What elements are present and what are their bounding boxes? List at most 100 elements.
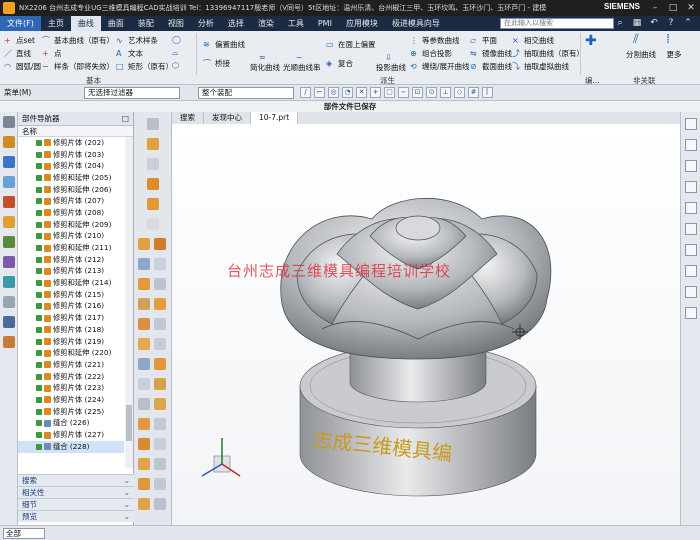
check-icon[interactable]: [36, 408, 42, 415]
tab-home[interactable]: 主页: [41, 16, 71, 31]
tree-row[interactable]: 修剪片体 (212): [18, 254, 124, 266]
through-curves-icon[interactable]: [138, 378, 150, 390]
studio-surface-icon[interactable]: [138, 418, 150, 430]
column-header-name[interactable]: 名称: [18, 126, 133, 137]
constraint-navigator-icon[interactable]: [3, 136, 15, 148]
check-icon[interactable]: [36, 432, 42, 439]
tree-row[interactable]: 修剪片体 (221): [18, 359, 124, 371]
tab-file[interactable]: 文件(F): [0, 16, 41, 31]
check-icon[interactable]: [36, 280, 42, 287]
tree-row[interactable]: 修剪片体 (225): [18, 406, 124, 418]
tree-row[interactable]: 修剪和延伸 (206): [18, 184, 124, 196]
pin-icon[interactable]: □: [122, 114, 129, 123]
palette-icon[interactable]: [3, 336, 15, 348]
background-icon[interactable]: [685, 223, 697, 235]
assembly-navigator-icon[interactable]: [3, 116, 15, 128]
replace-face-icon[interactable]: [138, 458, 150, 470]
tree-row[interactable]: 修剪片体 (222): [18, 371, 124, 383]
rotate-icon[interactable]: [685, 139, 697, 151]
tree-row[interactable]: 缝合 (226): [18, 418, 124, 430]
extrude-icon[interactable]: [147, 138, 159, 150]
pattern-icon[interactable]: [138, 338, 150, 350]
minimize-button[interactable]: –: [646, 0, 664, 16]
polygon-tool-icon[interactable]: ⬡: [172, 61, 184, 70]
snap-pole-icon[interactable]: ⊙: [426, 87, 437, 98]
panel-search[interactable]: 搜索 ⌄: [18, 474, 134, 486]
tab-assembly[interactable]: 装配: [131, 16, 161, 31]
tab-progressive-die[interactable]: 极进模具向导: [385, 16, 447, 31]
revolve-icon[interactable]: [147, 158, 159, 170]
tree-row[interactable]: 修剪片体 (208): [18, 207, 124, 219]
arc-circle-button[interactable]: ◠ 圆弧/圆: [4, 61, 41, 72]
snap-point-icon[interactable]: +: [370, 87, 381, 98]
process-studio-icon[interactable]: [3, 236, 15, 248]
tab-view[interactable]: 视图: [161, 16, 191, 31]
tree-row[interactable]: 修剪和延伸 (211): [18, 242, 124, 254]
history-icon[interactable]: [3, 216, 15, 228]
help-icon[interactable]: ?: [665, 17, 677, 29]
combined-projection-button[interactable]: ⊕ 组合投影: [410, 48, 452, 59]
check-icon[interactable]: [36, 233, 42, 240]
snap-existing-icon[interactable]: ◇: [454, 87, 465, 98]
tree-row[interactable]: 修剪片体 (217): [18, 312, 124, 324]
subtract-icon[interactable]: [154, 238, 166, 250]
sew-icon[interactable]: [138, 358, 150, 370]
snap-curve-icon[interactable]: ∼: [398, 87, 409, 98]
snap-grid-icon[interactable]: #: [468, 87, 479, 98]
tree-row[interactable]: 修剪和延伸 (209): [18, 219, 124, 231]
tree-row[interactable]: 修剪片体 (202): [18, 137, 124, 149]
tab-select[interactable]: 选择: [221, 16, 251, 31]
part-navigator-icon[interactable]: [3, 156, 15, 168]
section-curve-button[interactable]: ⊘ 截面曲线: [470, 61, 512, 72]
selection-filter-select[interactable]: 无选择过滤器: [84, 87, 180, 99]
graphics-window[interactable]: 志成三维模具编 台州志成三维模具编程培训学校: [172, 124, 680, 525]
edge-blend-icon[interactable]: [138, 278, 150, 290]
extract-curve-button[interactable]: ⤴ 抽取曲线（原有）: [512, 48, 584, 59]
unite-icon[interactable]: [138, 238, 150, 250]
layer-icon[interactable]: [685, 244, 697, 256]
swept-icon[interactable]: [154, 378, 166, 390]
snap-tangent-icon[interactable]: ⟂: [440, 87, 451, 98]
menu-button[interactable]: 菜单(M): [0, 87, 50, 98]
tab-curve[interactable]: 曲线: [70, 16, 101, 31]
trim-sheet-tool-icon[interactable]: [138, 438, 150, 450]
shell-icon[interactable]: [154, 298, 166, 310]
check-icon[interactable]: [36, 350, 42, 357]
tree-row-selected[interactable]: 缝合 (228): [18, 440, 124, 453]
maximize-button[interactable]: □: [664, 0, 682, 16]
check-icon[interactable]: [36, 268, 42, 275]
panel-details[interactable]: 细节 ⌄: [18, 498, 134, 510]
mold-wizard-icon[interactable]: [3, 296, 15, 308]
plane-button[interactable]: ▱ 平面: [470, 35, 497, 46]
snap-center-icon[interactable]: ◎: [328, 87, 339, 98]
tree-row[interactable]: 修剪片体 (223): [18, 382, 124, 394]
tree-row[interactable]: 修剪片体 (203): [18, 149, 124, 161]
tree-row[interactable]: 修剪和延伸 (205): [18, 172, 124, 184]
measure-icon[interactable]: [154, 498, 166, 510]
intersect-icon[interactable]: [138, 258, 150, 270]
n-sided-icon[interactable]: [154, 398, 166, 410]
tree-row[interactable]: 修剪片体 (210): [18, 231, 124, 243]
snap-face-icon[interactable]: ▢: [384, 87, 395, 98]
tree-row[interactable]: 修剪片体 (224): [18, 394, 124, 406]
trim-body-icon[interactable]: [154, 258, 166, 270]
rectangle-button[interactable]: □ 矩形（原有）: [116, 61, 173, 72]
view-triad-icon[interactable]: [201, 438, 241, 477]
more-button[interactable]: ⁞ 更多: [666, 33, 682, 60]
point-set-button[interactable]: + 点set: [4, 35, 35, 46]
draft-icon[interactable]: [138, 298, 150, 310]
tree-row[interactable]: 修剪片体 (227): [18, 429, 124, 441]
edit-curve-icon[interactable]: ✚: [585, 34, 601, 51]
check-icon[interactable]: [36, 303, 42, 310]
expand-icon[interactable]: ⌃: [682, 17, 694, 29]
tab-tools[interactable]: 工具: [281, 16, 311, 31]
line-button[interactable]: ／直线: [4, 48, 31, 59]
check-icon[interactable]: [36, 420, 42, 427]
block-icon[interactable]: [147, 178, 159, 190]
tree-row[interactable]: 修剪片体 (219): [18, 336, 124, 348]
tree-row[interactable]: 修剪片体 (218): [18, 324, 124, 336]
tab-render[interactable]: 渲染: [251, 16, 281, 31]
check-icon[interactable]: [36, 221, 42, 228]
assembly-scope-select[interactable]: 整个装配: [198, 87, 294, 99]
check-icon[interactable]: [36, 186, 42, 193]
